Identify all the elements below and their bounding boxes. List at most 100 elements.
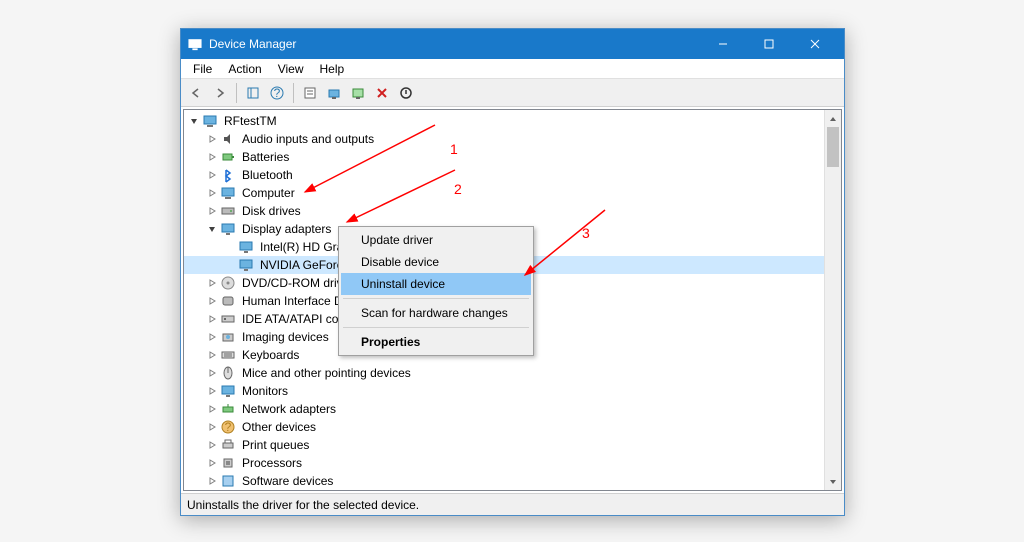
expander-icon[interactable] <box>206 331 218 343</box>
app-icon <box>187 36 203 52</box>
menu-separator <box>343 298 529 299</box>
expander-icon[interactable] <box>206 313 218 325</box>
expander-icon[interactable] <box>206 295 218 307</box>
tree-item-monitor[interactable]: Monitors <box>184 382 824 400</box>
expander-icon <box>224 241 236 253</box>
display-child-icon <box>238 257 254 273</box>
other-icon: ? <box>220 419 236 435</box>
tree-item-label: Processors <box>240 456 304 470</box>
scan-hardware-button[interactable] <box>347 82 369 104</box>
expander-icon[interactable] <box>188 115 200 127</box>
menu-view[interactable]: View <box>270 60 312 78</box>
menu-disable-device[interactable]: Disable device <box>341 251 531 273</box>
battery-icon <box>220 149 236 165</box>
scroll-down-button[interactable] <box>825 473 841 490</box>
expander-icon[interactable] <box>206 439 218 451</box>
hid-icon <box>220 293 236 309</box>
status-text: Uninstalls the driver for the selected d… <box>187 498 419 512</box>
show-hide-tree-button[interactable] <box>242 82 264 104</box>
scrollbar-track[interactable] <box>825 167 841 473</box>
menu-separator <box>343 327 529 328</box>
tree-item-label: Bluetooth <box>240 168 295 182</box>
tree-item-computer[interactable]: Computer <box>184 184 824 202</box>
toolbar: ? <box>181 79 844 107</box>
disable-button[interactable] <box>395 82 417 104</box>
expander-icon[interactable] <box>206 133 218 145</box>
disk-icon <box>220 203 236 219</box>
network-icon <box>220 401 236 417</box>
software-icon <box>220 473 236 489</box>
toolbar-separator <box>293 83 294 103</box>
expander-icon[interactable] <box>206 205 218 217</box>
keyboard-icon <box>220 347 236 363</box>
help-button[interactable]: ? <box>266 82 288 104</box>
tree-item-label: Print queues <box>240 438 311 452</box>
toolbar-separator <box>236 83 237 103</box>
tree-item-processor[interactable]: Processors <box>184 454 824 472</box>
tree-item-label: Keyboards <box>240 348 301 362</box>
tree-item-bluetooth[interactable]: Bluetooth <box>184 166 824 184</box>
dvd-icon <box>220 275 236 291</box>
titlebar[interactable]: Device Manager <box>181 29 844 59</box>
menu-action[interactable]: Action <box>220 60 269 78</box>
expander-icon[interactable] <box>206 367 218 379</box>
tree-item-label: Software devices <box>240 474 335 488</box>
expander-icon <box>224 259 236 271</box>
tree-item-network[interactable]: Network adapters <box>184 400 824 418</box>
update-driver-button[interactable] <box>323 82 345 104</box>
statusbar: Uninstalls the driver for the selected d… <box>181 493 844 515</box>
printer-icon <box>220 437 236 453</box>
ide-icon <box>220 311 236 327</box>
menu-help[interactable]: Help <box>312 60 353 78</box>
menu-scan-hardware[interactable]: Scan for hardware changes <box>341 302 531 324</box>
menubar: File Action View Help <box>181 59 844 79</box>
tree-item-label: Monitors <box>240 384 290 398</box>
tree-item-printer[interactable]: Print queues <box>184 436 824 454</box>
tree-item-label: Display adapters <box>240 222 333 236</box>
minimize-button[interactable] <box>700 29 746 59</box>
menu-update-driver[interactable]: Update driver <box>341 229 531 251</box>
window-title: Device Manager <box>209 37 700 51</box>
scroll-up-button[interactable] <box>825 110 841 127</box>
tree-item-other[interactable]: ?Other devices <box>184 418 824 436</box>
menu-file[interactable]: File <box>185 60 220 78</box>
vertical-scrollbar[interactable] <box>824 110 841 490</box>
expander-icon[interactable] <box>206 421 218 433</box>
display-icon <box>220 221 236 237</box>
tree-item-label: Network adapters <box>240 402 338 416</box>
svg-text:?: ? <box>225 420 232 434</box>
tree-root[interactable]: RFtestTM <box>184 112 824 130</box>
expander-icon[interactable] <box>206 403 218 415</box>
tree-item-label: Computer <box>240 186 297 200</box>
expander-icon[interactable] <box>206 349 218 361</box>
expander-icon[interactable] <box>206 151 218 163</box>
expander-icon[interactable] <box>206 223 218 235</box>
close-button[interactable] <box>792 29 838 59</box>
monitor-icon <box>220 383 236 399</box>
tree-item-disk[interactable]: Disk drives <box>184 202 824 220</box>
menu-uninstall-device[interactable]: Uninstall device <box>341 273 531 295</box>
scrollbar-thumb[interactable] <box>827 127 839 167</box>
expander-icon[interactable] <box>206 277 218 289</box>
tree-item-software[interactable]: Software devices <box>184 472 824 490</box>
expander-icon[interactable] <box>206 187 218 199</box>
display-child-icon <box>238 239 254 255</box>
expander-icon[interactable] <box>206 385 218 397</box>
tree-item-label: Disk drives <box>240 204 303 218</box>
tree-item-label: RFtestTM <box>222 114 279 128</box>
tree-item-audio[interactable]: Audio inputs and outputs <box>184 130 824 148</box>
imaging-icon <box>220 329 236 345</box>
maximize-button[interactable] <box>746 29 792 59</box>
tree-item-battery[interactable]: Batteries <box>184 148 824 166</box>
expander-icon[interactable] <box>206 169 218 181</box>
expander-icon[interactable] <box>206 457 218 469</box>
properties-button[interactable] <box>299 82 321 104</box>
forward-button[interactable] <box>209 82 231 104</box>
tree-item-mouse[interactable]: Mice and other pointing devices <box>184 364 824 382</box>
mouse-icon <box>220 365 236 381</box>
back-button[interactable] <box>185 82 207 104</box>
computer-root-icon <box>202 113 218 129</box>
menu-properties[interactable]: Properties <box>341 331 531 353</box>
uninstall-button[interactable] <box>371 82 393 104</box>
expander-icon[interactable] <box>206 475 218 487</box>
